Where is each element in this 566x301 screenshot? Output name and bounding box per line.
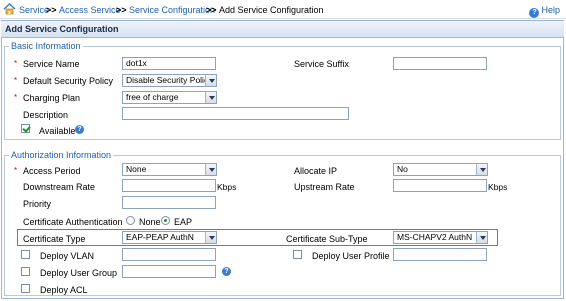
description-input[interactable]: [122, 107, 349, 120]
service-suffix-input[interactable]: [393, 57, 487, 70]
upstream-rate-input[interactable]: [393, 179, 487, 192]
required-marker: *: [14, 93, 18, 102]
available-label: Available: [39, 126, 76, 136]
default-security-policy-value: Disable Security Policy: [126, 75, 213, 85]
chevron-down-icon: [476, 232, 487, 243]
certificate-type-label: Certificate Type: [23, 234, 86, 244]
chevron-down-icon: [205, 164, 216, 175]
required-marker: *: [14, 76, 18, 85]
breadcrumb-access-service[interactable]: Access Service: [59, 5, 121, 15]
cert-auth-eap-label: EAP: [174, 217, 193, 227]
certificate-sub-type-select[interactable]: MS-CHAPV2 AuthN: [393, 231, 488, 244]
home-icon[interactable]: [3, 3, 16, 15]
charging-plan-value: free of charge: [126, 92, 179, 102]
service-name-input[interactable]: dot1x: [122, 57, 216, 70]
deploy-acl-label: Deploy ACL: [40, 285, 88, 295]
allocate-ip-value: No: [397, 164, 408, 174]
chevron-down-icon: [205, 92, 216, 103]
cert-auth-none-radio[interactable]: [126, 216, 135, 225]
service-suffix-label: Service Suffix: [294, 59, 349, 69]
deploy-user-group-input[interactable]: [122, 265, 216, 278]
upstream-rate-unit: Kbps: [488, 182, 508, 192]
cert-auth-none-label: None: [139, 217, 161, 227]
certificate-type-value: EAP-PEAP AuthN: [126, 232, 194, 242]
required-marker: *: [14, 166, 18, 175]
access-period-select[interactable]: None: [122, 163, 217, 176]
priority-input[interactable]: [122, 196, 216, 209]
downstream-rate-unit: Kbps: [217, 182, 237, 192]
charging-plan-select[interactable]: free of charge: [122, 91, 217, 104]
breadcrumb-service-configuration[interactable]: Service Configuration: [129, 5, 215, 15]
certificate-type-select[interactable]: EAP-PEAP AuthN: [122, 231, 217, 244]
description-label: Description: [23, 110, 69, 120]
required-marker: *: [14, 59, 18, 68]
breadcrumb-current: Add Service Configuration: [219, 5, 324, 15]
certificate-authentication-label: Certificate Authentication: [23, 217, 123, 227]
help-icon: ?: [529, 8, 540, 18]
allocate-ip-select[interactable]: No: [393, 163, 488, 176]
upstream-rate-label: Upstream Rate: [294, 182, 355, 192]
deploy-user-profile-label: Deploy User Profile: [312, 251, 390, 261]
cert-auth-eap-radio[interactable]: [161, 216, 170, 225]
deploy-user-group-checkbox[interactable]: [21, 267, 30, 276]
panel-title: Add Service Configuration: [5, 24, 119, 34]
breadcrumb-separator: >>: [46, 5, 57, 15]
deploy-user-group-label: Deploy User Group: [40, 268, 118, 278]
certificate-sub-type-label: Certificate Sub-Type: [286, 234, 368, 244]
charging-plan-label: Charging Plan: [23, 93, 81, 103]
authorization-info-legend: Authorization Information: [9, 150, 114, 160]
info-icon[interactable]: ?: [75, 125, 84, 134]
info-icon[interactable]: ?: [222, 267, 231, 276]
deploy-user-profile-checkbox[interactable]: [293, 250, 302, 259]
deploy-user-profile-input[interactable]: [393, 248, 487, 261]
deploy-vlan-input[interactable]: [122, 248, 216, 261]
access-period-label: Access Period: [23, 166, 81, 176]
certificate-sub-type-value: MS-CHAPV2 AuthN: [397, 232, 473, 242]
chevron-down-icon: [205, 75, 216, 86]
breadcrumb-separator: >>: [206, 5, 217, 15]
help-link[interactable]: ? Help: [529, 5, 560, 18]
downstream-rate-input[interactable]: [122, 179, 216, 192]
basic-info-legend: Basic Information: [9, 41, 83, 51]
default-security-policy-label: Default Security Policy: [23, 76, 114, 86]
available-checkbox[interactable]: [21, 124, 30, 133]
deploy-vlan-checkbox[interactable]: [21, 250, 30, 259]
downstream-rate-label: Downstream Rate: [23, 182, 96, 192]
help-label: Help: [541, 5, 560, 15]
access-period-value: None: [126, 164, 147, 174]
breadcrumb-service[interactable]: Service: [19, 5, 49, 15]
default-security-policy-select[interactable]: Disable Security Policy: [122, 74, 217, 87]
chevron-down-icon: [205, 232, 216, 243]
breadcrumb-separator: >>: [116, 5, 127, 15]
chevron-down-icon: [476, 164, 487, 175]
service-name-label: Service Name: [23, 59, 80, 69]
allocate-ip-label: Allocate IP: [294, 166, 338, 176]
deploy-vlan-label: Deploy VLAN: [40, 251, 95, 261]
priority-label: Priority: [23, 199, 52, 209]
deploy-acl-checkbox[interactable]: [21, 284, 30, 293]
